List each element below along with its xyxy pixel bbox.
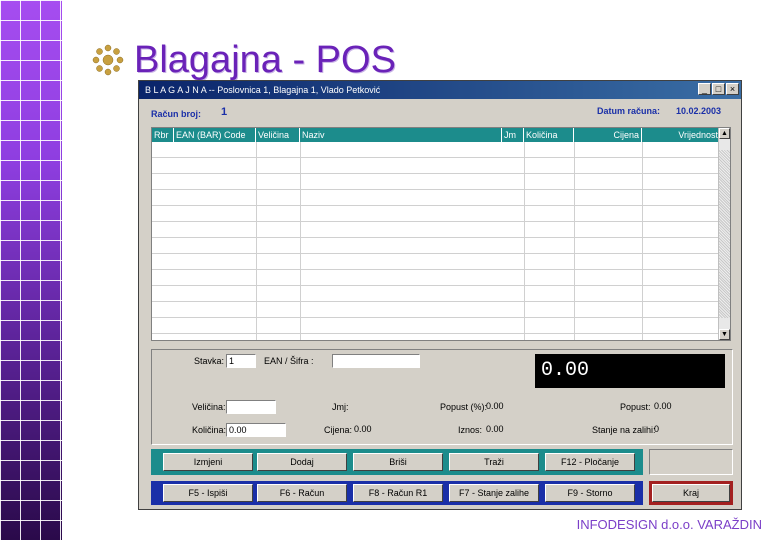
stavka-label: Stavka: (194, 356, 225, 366)
table-row[interactable] (152, 158, 720, 174)
kraj-button[interactable]: Kraj (652, 484, 730, 502)
stanje-zalihe-button[interactable]: F7 - Stanje zalihe (449, 484, 539, 502)
stanje-value: 0 (654, 424, 660, 434)
col-velicina[interactable]: Veličina (256, 128, 300, 142)
iznos-label: Iznos: (458, 425, 483, 435)
popust-value: 0.00 (654, 401, 672, 411)
jmj-label: Jmj: (332, 402, 349, 412)
col-ean[interactable]: EAN (BAR) Code (174, 128, 256, 142)
spare-panel (649, 449, 733, 475)
slide-title-text: Blagajna - POS (134, 38, 396, 81)
racun-label: Račun broj: (151, 109, 202, 119)
footer-company: INFODESIGN d.o.o. VARAŽDIN (576, 517, 762, 532)
table-row[interactable] (152, 206, 720, 222)
popust-pct-label: Popust (%): (440, 402, 488, 412)
ean-input[interactable] (332, 354, 420, 368)
total-display: 0.00 (535, 354, 725, 388)
table-scrollbar[interactable]: ▲ ▼ (718, 128, 730, 340)
izmjeni-button[interactable]: Izmjeni (163, 453, 253, 471)
datum-value: 10.02.2003 (676, 106, 722, 116)
pos-window: B L A G A J N A -- Poslovnica 1, Blagajn… (138, 80, 742, 510)
placanje-button[interactable]: F12 - Pločanje (545, 453, 635, 471)
col-jm[interactable]: Jm (502, 128, 524, 142)
table-row[interactable] (152, 270, 720, 286)
racun-value: 1 (221, 106, 228, 118)
table-row[interactable] (152, 238, 720, 254)
table-body (152, 142, 720, 340)
stanje-label: Stanje na zalihi: (592, 425, 656, 435)
table-row[interactable] (152, 254, 720, 270)
scroll-down-icon[interactable]: ▼ (719, 329, 730, 340)
trazi-button[interactable]: Traži (449, 453, 539, 471)
table-row[interactable] (152, 302, 720, 318)
col-cijena[interactable]: Cijena (574, 128, 642, 142)
cijena-value: 0.00 (354, 424, 372, 434)
col-kolicina[interactable]: Količina (524, 128, 574, 142)
datum-label: Datum računa: (597, 106, 661, 116)
kolicina-label: Količina: (192, 425, 227, 435)
table-row[interactable] (152, 222, 720, 238)
ean-label: EAN / Šifra : (264, 356, 314, 366)
window-titlebar: B L A G A J N A -- Poslovnica 1, Blagajn… (139, 81, 741, 99)
minimize-button[interactable]: _ (698, 83, 711, 95)
iznos-value: 0.00 (486, 424, 504, 434)
items-table[interactable]: Rbr EAN (BAR) Code Veličina Naziv Jm Kol… (151, 127, 731, 341)
kraj-frame: Kraj (649, 481, 733, 505)
col-rbr[interactable]: Rbr (152, 128, 174, 142)
col-naziv[interactable]: Naziv (300, 128, 502, 142)
velicina-input[interactable] (226, 400, 276, 414)
table-header: Rbr EAN (BAR) Code Veličina Naziv Jm Kol… (152, 128, 720, 142)
window-title: B L A G A J N A -- Poslovnica 1, Blagajn… (145, 85, 381, 95)
decorative-grid-strip (0, 0, 62, 540)
scroll-up-icon[interactable]: ▲ (719, 128, 730, 139)
col-vrijednost[interactable]: Vrijednost (642, 128, 720, 142)
racun-button[interactable]: F6 - Račun (257, 484, 347, 502)
table-row[interactable] (152, 174, 720, 190)
function-toolbar: F5 - Ispiši F6 - Račun F8 - Račun R1 F7 … (151, 481, 643, 505)
kolicina-input[interactable]: 0.00 (226, 423, 286, 437)
brisi-button[interactable]: Briši (353, 453, 443, 471)
table-row[interactable] (152, 190, 720, 206)
velicina-label: Veličina: (192, 402, 226, 412)
cijena-label: Cijena: (324, 425, 353, 435)
ornament-bullet-icon (92, 44, 124, 76)
table-row[interactable] (152, 318, 720, 334)
slide-title: Blagajna - POS (90, 36, 396, 84)
close-button[interactable]: × (726, 83, 739, 95)
popust-pct-value: 0.00 (486, 401, 504, 411)
storno-button[interactable]: F9 - Storno (545, 484, 635, 502)
action-toolbar: Izmjeni Dodaj Briši Traži F12 - Pločanje (151, 449, 643, 475)
table-row[interactable] (152, 286, 720, 302)
stavka-input[interactable]: 1 (226, 354, 256, 368)
racun-r1-button[interactable]: F8 - Račun R1 (353, 484, 443, 502)
dodaj-button[interactable]: Dodaj (257, 453, 347, 471)
ispisi-button[interactable]: F5 - Ispiši (163, 484, 253, 502)
popust-label: Popust: (620, 402, 651, 412)
maximize-button[interactable]: □ (712, 83, 725, 95)
scroll-track[interactable] (719, 150, 730, 318)
table-row[interactable] (152, 142, 720, 158)
